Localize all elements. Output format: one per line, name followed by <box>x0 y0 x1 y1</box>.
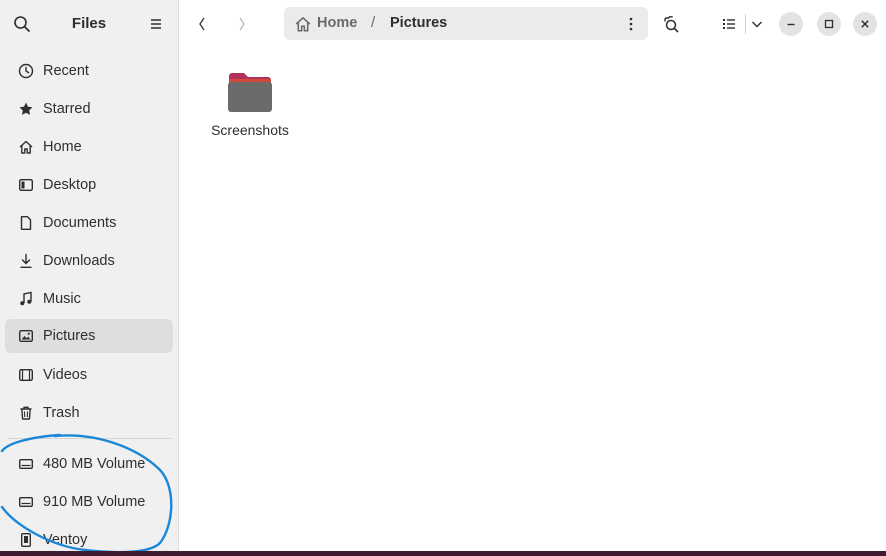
chevron-left-icon <box>199 17 205 31</box>
sidebar-item-label: Desktop <box>43 177 97 193</box>
sidebar-item-label: Trash <box>43 405 80 421</box>
video-icon <box>17 366 35 384</box>
folder-item-screenshots[interactable]: Screenshots <box>205 70 295 138</box>
sidebar-item-desktop[interactable]: Desktop <box>5 168 173 202</box>
sidebar-item-starred[interactable]: Starred <box>5 92 173 126</box>
list-view-icon[interactable] <box>717 12 741 36</box>
chevron-down-icon[interactable] <box>745 12 769 36</box>
path-bar[interactable]: Home / Pictures <box>284 7 648 40</box>
minimize-icon <box>787 23 795 26</box>
maximize-button[interactable] <box>817 12 841 36</box>
sidebar-item-label: Downloads <box>43 253 115 269</box>
sidebar-item-label: 910 MB Volume <box>43 494 146 510</box>
sidebar-separator <box>8 438 172 439</box>
back-button[interactable] <box>189 12 215 36</box>
desktop-icon <box>17 176 35 194</box>
sidebar-item-label: Music <box>43 291 81 307</box>
sidebar-item-label: 480 MB Volume <box>43 456 146 472</box>
sidebar-header: Files <box>0 0 178 48</box>
breadcrumb-current[interactable]: Pictures <box>390 15 447 31</box>
sidebar-item-label: Home <box>43 139 82 155</box>
home-icon <box>17 138 35 156</box>
usb-drive-icon <box>17 531 35 549</box>
hamburger-menu-icon[interactable] <box>146 14 166 34</box>
sidebar-item-documents[interactable]: Documents <box>5 206 173 240</box>
search-icon[interactable] <box>12 14 32 34</box>
trash-icon <box>17 404 35 422</box>
search-location-icon[interactable] <box>659 12 683 36</box>
folder-icon <box>226 70 274 114</box>
desktop-background <box>0 551 886 556</box>
sidebar-item-home[interactable]: Home <box>5 130 173 164</box>
sidebar-item-videos[interactable]: Videos <box>5 358 173 392</box>
minimize-button[interactable] <box>779 12 803 36</box>
music-icon <box>17 290 35 308</box>
sidebar-item-ventoy[interactable]: Ventoy <box>5 523 173 551</box>
sidebar: Files Recent Starred Home Desktop Docume… <box>0 0 179 551</box>
header-bar: Home / Pictures <box>179 0 886 48</box>
drive-icon <box>17 455 35 473</box>
forward-button[interactable] <box>229 12 255 36</box>
path-menu-icon[interactable] <box>624 15 638 33</box>
pictures-icon <box>17 327 35 345</box>
sidebar-item-downloads[interactable]: Downloads <box>5 244 173 278</box>
star-icon <box>17 100 35 118</box>
sidebar-item-910mb-volume[interactable]: 910 MB Volume <box>5 485 173 519</box>
sidebar-item-trash[interactable]: Trash <box>5 396 173 430</box>
close-icon <box>861 20 869 28</box>
document-icon <box>17 214 35 232</box>
clock-icon <box>17 62 35 80</box>
home-icon <box>294 15 312 33</box>
sidebar-item-label: Starred <box>43 101 91 117</box>
sidebar-item-label: Ventoy <box>43 532 88 548</box>
sidebar-item-480mb-volume[interactable]: 480 MB Volume <box>5 447 173 481</box>
download-icon <box>17 252 35 270</box>
sidebar-item-label: Recent <box>43 63 89 79</box>
breadcrumb-separator: / <box>371 14 376 31</box>
sidebar-item-label: Videos <box>43 367 88 383</box>
folder-name: Screenshots <box>211 122 289 138</box>
app-title: Files <box>71 15 107 32</box>
drive-icon <box>17 493 35 511</box>
sidebar-item-recent[interactable]: Recent <box>5 54 173 88</box>
sidebar-item-label: Pictures <box>43 328 96 344</box>
sidebar-item-label: Documents <box>43 215 117 231</box>
sidebar-item-pictures[interactable]: Pictures <box>5 319 173 353</box>
breadcrumb-home[interactable]: Home <box>317 15 357 31</box>
chevron-right-icon <box>239 17 245 31</box>
sidebar-item-music[interactable]: Music <box>5 282 173 316</box>
maximize-icon <box>824 19 834 29</box>
close-button[interactable] <box>853 12 877 36</box>
file-view: Screenshots <box>179 48 886 551</box>
files-window: Files Recent Starred Home Desktop Docume… <box>0 0 886 551</box>
